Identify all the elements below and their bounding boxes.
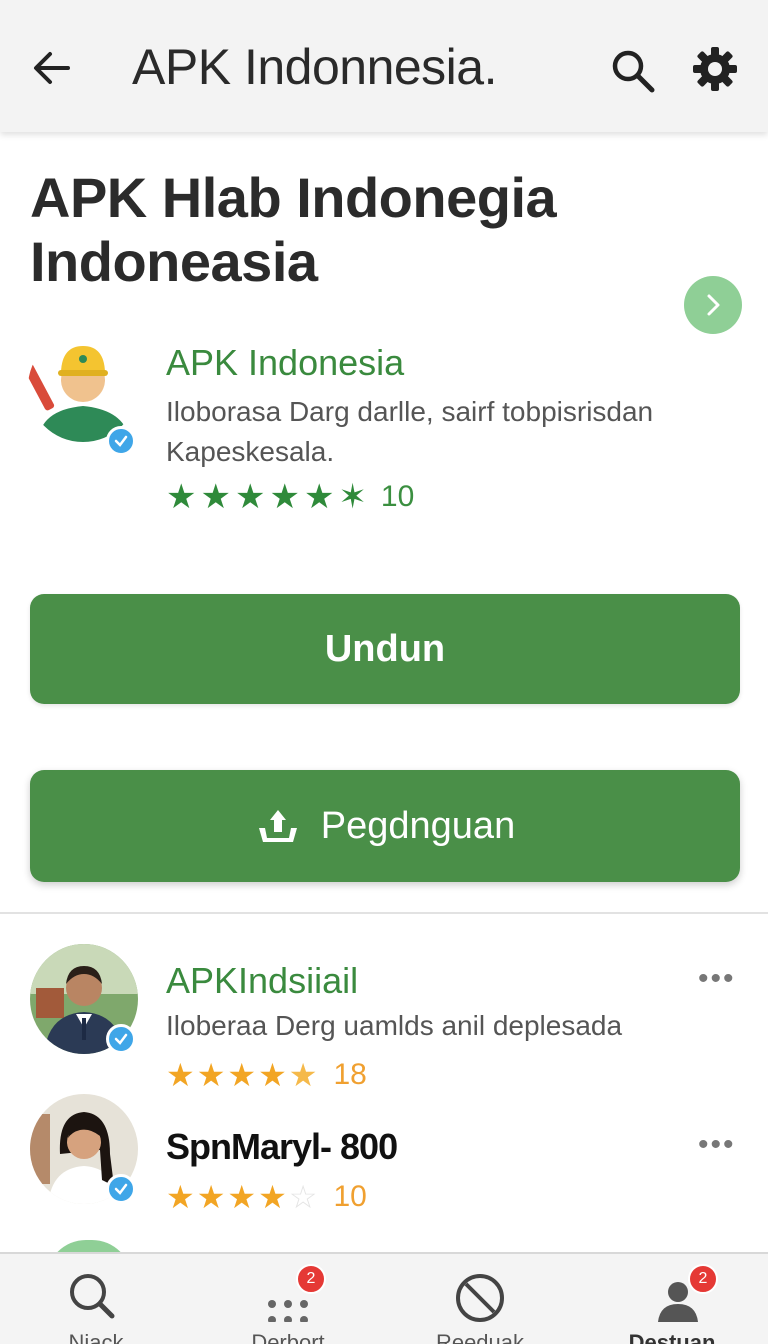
half-star-icon: ★ (288, 1057, 318, 1093)
headline: APK Hlab Indonegia Indoneasia (30, 166, 557, 293)
notification-badge: 2 (296, 1264, 326, 1294)
download-button-label: Undun (324, 627, 446, 670)
star-icon: ★ (227, 1179, 257, 1215)
star-icon: ★ (234, 478, 266, 516)
star-icon: ★ (227, 1057, 257, 1093)
rating-value: 10 (333, 1180, 367, 1213)
star-icon: ★ (258, 1057, 287, 1093)
gear-icon[interactable] (690, 44, 740, 94)
notification-badge: 2 (688, 1264, 718, 1294)
app-name[interactable]: APK Indonesia (166, 342, 404, 384)
star-icon: ★ (258, 1179, 287, 1215)
list-item[interactable]: SpnMaryl- 800 ★ ★ ★ ★ ☆ 10 ••• (30, 1094, 742, 1224)
star-icon: ★ (166, 1179, 195, 1215)
verified-badge-icon (106, 1174, 136, 1204)
star-icon: ★ (200, 478, 231, 516)
verified-badge-icon (106, 1024, 136, 1054)
secondary-action-label: Pegdnguan (320, 804, 516, 847)
more-options-icon[interactable]: ••• (698, 962, 736, 996)
rating-value: 18 (333, 1058, 367, 1091)
download-button[interactable]: Undun (30, 594, 740, 704)
star-icon: ★ (196, 1057, 226, 1093)
star-icon: ★ (196, 1179, 226, 1215)
search-icon[interactable] (608, 46, 658, 96)
empty-star-icon: ☆ (288, 1179, 318, 1215)
nav-label: Derbort (251, 1330, 325, 1344)
app-bar: APK Indonnesia. (0, 0, 768, 132)
nav-label: Niack (68, 1330, 124, 1344)
secondary-action-button[interactable]: Pegdnguan (30, 770, 740, 882)
list-item[interactable]: APKIndsiiail Iloberaa Derg uamlds anil d… (30, 944, 742, 1092)
nav-label: Reeduak (435, 1330, 525, 1344)
blocked-icon (456, 1274, 504, 1322)
upload-icon (258, 810, 297, 842)
next-button[interactable] (684, 276, 742, 334)
app-rating: ★ ★ ★ ★ ★ ✶ 10 (166, 480, 414, 514)
bottom-navigation: Niack 2 Derbort Reeduak 2 Destuan (0, 1252, 768, 1344)
nav-item-niack[interactable]: Niack (0, 1254, 192, 1344)
rating-value: 10 (380, 480, 415, 513)
review-rating: ★ ★ ★ ★ ★ 18 (166, 1058, 367, 1092)
star-icon: ★ (166, 1057, 195, 1093)
arrow-left-icon[interactable] (28, 44, 76, 92)
more-options-icon[interactable]: ••• (698, 1128, 736, 1162)
review-text: Iloberaa Derg uamlds anil deplesada (166, 1010, 623, 1041)
chevron-right-icon (707, 294, 720, 316)
nav-item-destuan[interactable]: 2 Destuan (576, 1254, 768, 1344)
reviewer-name[interactable]: SpnMaryl- 800 (166, 1126, 398, 1168)
app-card: APK Indonesia Iloborasa Darg darlle, sai… (28, 330, 740, 530)
star-icon: ★ (303, 478, 335, 516)
page-title: APK Indonnesia. (132, 39, 498, 95)
star-icon: ★ (166, 478, 197, 516)
app-description: Iloborasa Darg darlle, sairf tobpisrisda… (166, 396, 654, 467)
review-rating: ★ ★ ★ ★ ☆ 10 (166, 1180, 367, 1214)
divider (0, 912, 768, 914)
star-icon: ✶ (338, 478, 367, 516)
verified-badge-icon (106, 426, 136, 456)
nav-item-derbort[interactable]: 2 Derbort (192, 1254, 384, 1344)
nav-label: Destuan (628, 1330, 716, 1344)
reviewer-name[interactable]: APKIndsiiail (166, 960, 358, 1002)
star-icon: ★ (269, 478, 300, 516)
nav-item-reeduak[interactable]: Reeduak (384, 1254, 576, 1344)
search-icon (70, 1274, 115, 1319)
